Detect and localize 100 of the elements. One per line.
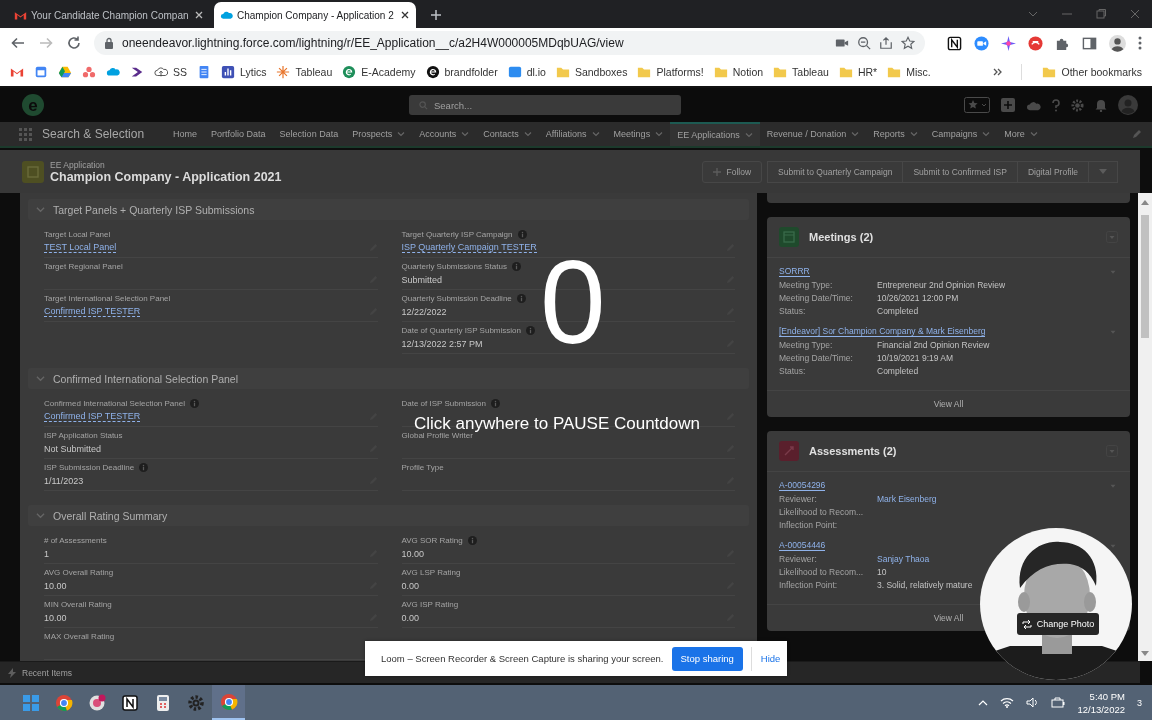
new-tab-icon[interactable] <box>430 9 442 21</box>
action-button[interactable]: Submit to Quarterly Campaign <box>767 160 904 183</box>
bookmark[interactable]: Tableau <box>773 65 829 79</box>
bookmark[interactable]: Other bookmarks <box>1042 65 1142 79</box>
favorites-icon[interactable] <box>964 97 990 113</box>
restore-icon[interactable] <box>1096 9 1106 19</box>
pencil-icon[interactable] <box>1132 129 1142 139</box>
field-link[interactable]: TEST Local Panel <box>44 242 117 253</box>
bell-icon[interactable] <box>1095 98 1107 112</box>
bookmark[interactable]: Misc. <box>887 65 931 79</box>
clock[interactable]: 5:40 PM 12/13/2022 <box>1077 690 1125 715</box>
search-field[interactable]: Search... <box>409 95 681 115</box>
section-header[interactable]: Overall Rating Summary <box>28 505 749 526</box>
more-bookmarks-icon[interactable] <box>993 67 1004 77</box>
menu-icon[interactable] <box>1138 36 1142 50</box>
triangle-icon[interactable] <box>58 65 72 79</box>
help-icon[interactable] <box>1052 98 1060 112</box>
share-icon[interactable] <box>879 36 893 50</box>
close-icon[interactable] <box>400 10 410 20</box>
bookmark[interactable]: Notion <box>713 65 764 79</box>
reload-icon[interactable] <box>66 35 82 51</box>
scroll-down-icon[interactable] <box>1141 651 1149 657</box>
scroll-up-icon[interactable] <box>1141 199 1149 205</box>
bookmark[interactable]: Lytics <box>221 65 267 79</box>
sparkle-icon[interactable] <box>1001 35 1016 51</box>
item-link[interactable]: Mark Eisenberg <box>877 493 937 506</box>
browser-tab[interactable]: Champion Company - Application 2 <box>214 2 416 28</box>
back-icon[interactable] <box>10 35 26 51</box>
nav-tab[interactable]: Revenue / Donation <box>759 122 867 146</box>
bookmark[interactable]: E-Academy <box>342 65 416 79</box>
bookmark[interactable]: HR* <box>838 65 878 79</box>
nav-tab[interactable]: More <box>997 122 1045 146</box>
nav-tab[interactable]: Campaigns <box>924 122 998 146</box>
view-all-link[interactable]: View All <box>933 399 964 409</box>
nav-tab[interactable]: Meetings <box>606 122 671 146</box>
nav-tab[interactable]: Home <box>166 122 205 146</box>
stop-sharing-button[interactable]: Stop sharing <box>671 646 743 671</box>
chevron-up-icon[interactable] <box>978 699 989 706</box>
close-icon[interactable] <box>194 10 204 20</box>
more-actions-button[interactable] <box>1088 160 1118 183</box>
section-header[interactable]: Target Panels + Quarterly ISP Submissions <box>28 199 749 220</box>
address-bar[interactable]: oneendeavor.lightning.force.com/lightning/r/EE_Application__c/a2H4W000005MDqbUAG/view <box>94 31 925 55</box>
record-link[interactable]: A-00054296 <box>779 480 826 491</box>
star-icon[interactable] <box>901 36 915 50</box>
action-button[interactable]: Submit to Confirmed ISP <box>902 160 1018 183</box>
volume-icon[interactable] <box>1026 697 1040 708</box>
hide-link[interactable]: Hide <box>750 646 781 671</box>
bookmark[interactable]: Tableau <box>276 65 333 79</box>
sidebar-icon[interactable] <box>1082 35 1097 51</box>
field-link[interactable]: ISP Quarterly Campaign TESTER <box>401 242 537 253</box>
bookmark[interactable]: Sandboxes <box>555 65 628 79</box>
change-photo-button[interactable]: Change Photo <box>1017 613 1099 635</box>
record-icon[interactable] <box>22 160 44 183</box>
countdown-hint[interactable]: Click anywhere to PAUSE Countdown <box>414 416 700 432</box>
record-link[interactable]: SORRR <box>779 266 810 277</box>
bookmark[interactable]: brandfolder <box>425 65 498 79</box>
record-icon[interactable] <box>1028 35 1043 51</box>
notion-icon[interactable] <box>947 35 962 51</box>
item-link[interactable]: Sanjay Thaoa <box>877 553 930 566</box>
scrollbar-thumb[interactable] <box>1141 215 1149 338</box>
settings-icon[interactable] <box>1071 98 1084 112</box>
follow-button[interactable]: Follow <box>702 160 763 183</box>
nav-tab[interactable]: Prospects <box>345 122 413 146</box>
card-title[interactable]: Assessments (2) <box>809 445 897 457</box>
cloud-icon[interactable] <box>106 65 120 79</box>
chevron-icon[interactable] <box>130 65 144 79</box>
bookmark[interactable]: Platforms! <box>637 65 704 79</box>
nav-tab[interactable]: EE Applications <box>670 122 760 146</box>
dots-icon[interactable] <box>82 65 96 79</box>
video-icon[interactable] <box>974 35 989 51</box>
wifi-icon[interactable] <box>1000 697 1015 708</box>
action-button[interactable]: Digital Profile <box>1016 160 1089 183</box>
scrollbar[interactable] <box>1138 193 1152 661</box>
forward-icon[interactable] <box>38 35 54 51</box>
document-icon[interactable] <box>197 65 211 79</box>
zoom-icon[interactable] <box>857 36 871 50</box>
bookmark[interactable]: dl.io <box>507 65 546 79</box>
browser-tab[interactable]: Your Candidate Champion Compan <box>8 2 210 28</box>
calendar-icon[interactable] <box>34 65 48 79</box>
nav-tab[interactable]: Affiliations <box>538 122 607 146</box>
field-link[interactable]: Confirmed ISP TESTER <box>44 411 141 422</box>
bookmark[interactable]: SS <box>154 65 187 79</box>
nav-tab[interactable]: Accounts <box>412 122 477 146</box>
chevron-down-icon[interactable] <box>1028 9 1038 19</box>
notification-count[interactable]: 3 <box>1137 697 1142 708</box>
recent-items-link[interactable]: Recent Items <box>22 667 73 678</box>
nav-tab[interactable]: Selection Data <box>272 122 346 146</box>
record-link[interactable]: A-00054446 <box>779 540 826 551</box>
record-link[interactable]: [Endeavor] Sor Champion Company & Mark Eisenberg <box>779 326 986 337</box>
section-header[interactable]: Confirmed International Selection Panel <box>28 368 749 389</box>
view-all-link[interactable]: View All <box>933 613 964 623</box>
nav-tab[interactable]: Portfolio Data <box>204 122 273 146</box>
avatar-icon[interactable] <box>1109 34 1126 52</box>
app-launcher-icon[interactable] <box>18 127 32 141</box>
nav-tab[interactable]: Contacts <box>476 122 539 146</box>
add-icon[interactable] <box>1001 98 1015 112</box>
card-title[interactable]: Meetings (2) <box>809 231 874 243</box>
field-link[interactable]: Confirmed ISP TESTER <box>44 306 141 317</box>
nav-tab[interactable]: Reports <box>866 122 925 146</box>
battery-icon[interactable] <box>1051 697 1066 708</box>
